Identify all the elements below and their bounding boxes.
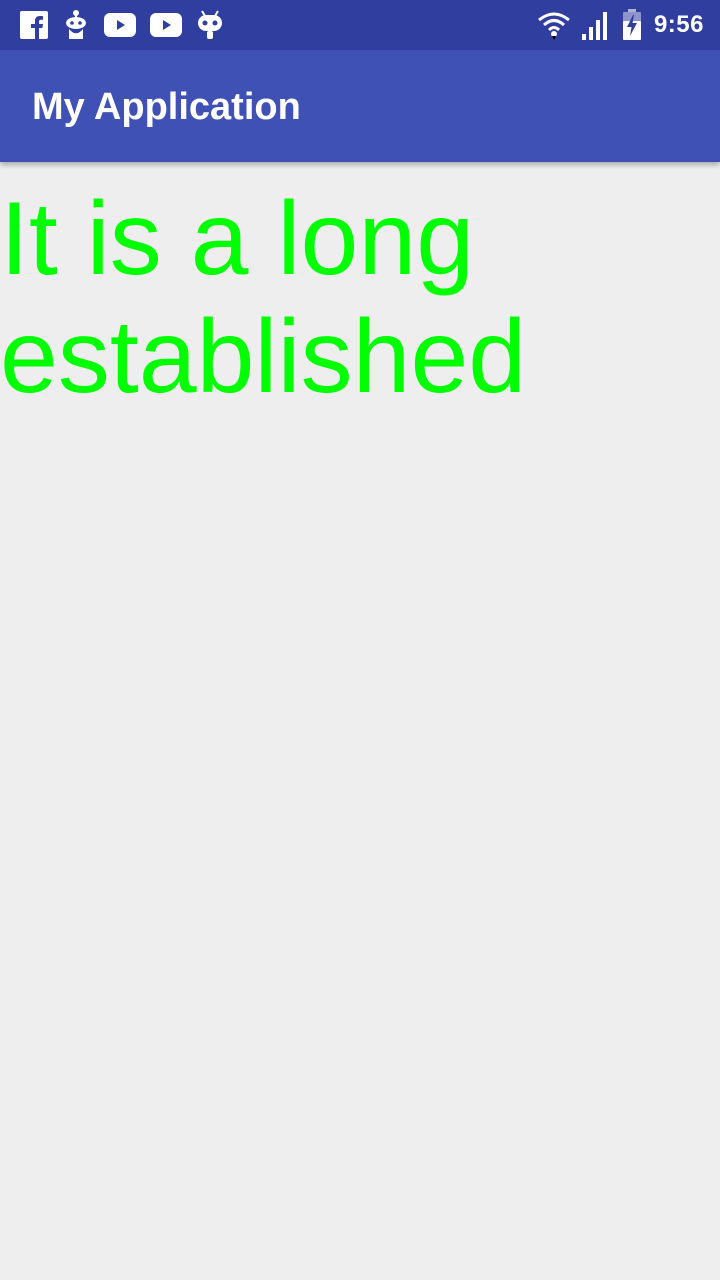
battery-charging-icon bbox=[622, 9, 642, 41]
main-text: It is a long established bbox=[0, 181, 527, 415]
system-icons: 9:56 bbox=[538, 8, 704, 42]
app-bar: My Application bbox=[0, 50, 720, 162]
wifi-icon bbox=[538, 10, 570, 40]
notification-icons bbox=[20, 8, 224, 42]
youtube-icon bbox=[150, 13, 182, 37]
status-time: 9:56 bbox=[653, 11, 704, 38]
facebook-icon bbox=[20, 11, 48, 39]
status-bar: 9:56 bbox=[0, 0, 720, 50]
youtube-icon bbox=[104, 13, 136, 37]
cyanogen-icon bbox=[196, 9, 224, 41]
main-content: It is a long established bbox=[0, 162, 720, 1280]
reddit-icon bbox=[62, 9, 90, 41]
app-title: My Application bbox=[32, 86, 301, 128]
signal-icon bbox=[581, 10, 610, 40]
